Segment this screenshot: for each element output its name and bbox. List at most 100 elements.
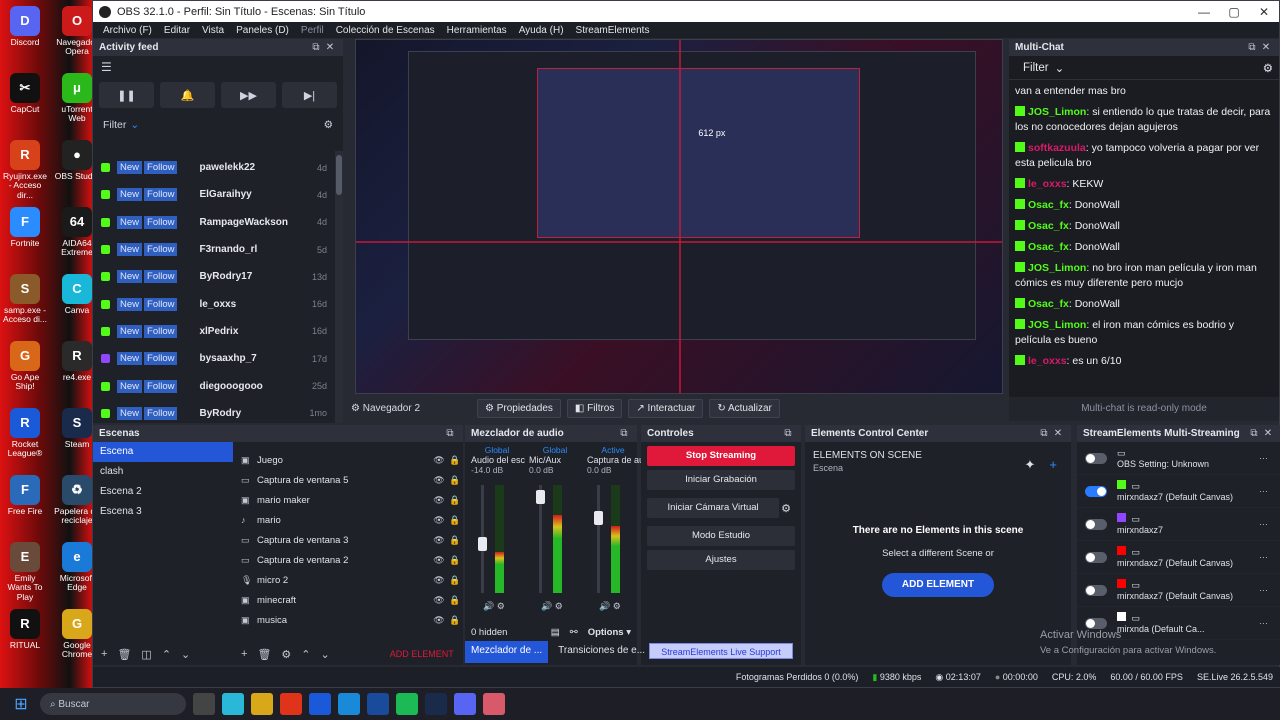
activity-item[interactable]: New Follow RampageWackson 4d (93, 209, 333, 236)
menu-item[interactable]: Colección de Escenas (330, 25, 441, 36)
virtual-camera-button[interactable]: Iniciar Cámara Virtual (647, 498, 780, 518)
spotify-icon[interactable] (396, 693, 418, 715)
task-view-icon[interactable] (193, 693, 215, 715)
eye-icon[interactable]: 👁 (431, 515, 447, 526)
edge-icon[interactable] (338, 693, 360, 715)
eye-icon[interactable]: 👁 (431, 615, 447, 626)
scene-item[interactable]: clash (93, 462, 233, 482)
lock-icon[interactable]: 🔒 (447, 475, 463, 486)
volume-fader[interactable] (597, 485, 600, 593)
chevron-down-icon[interactable]: ⌄ (181, 648, 190, 661)
source-item[interactable]: ▣ minecraft 👁 🔒 (233, 590, 463, 610)
stream-preview[interactable]: 612 px (355, 39, 1003, 394)
lock-icon[interactable]: 🔒 (447, 575, 463, 586)
discord-icon[interactable] (454, 693, 476, 715)
store-icon[interactable] (309, 693, 331, 715)
stream-toggle[interactable] (1085, 551, 1107, 563)
close-icon[interactable]: ✕ (1259, 42, 1273, 53)
refresh-button[interactable]: ↻ Actualizar (709, 398, 780, 418)
desktop-shortcut[interactable]: F Free Fire (2, 475, 48, 516)
windows-start-icon[interactable]: ⊞ (6, 689, 36, 719)
float-icon[interactable]: ⧉ (1037, 428, 1051, 439)
fader-knob[interactable] (594, 511, 603, 526)
close-icon[interactable]: ✕ (1261, 428, 1275, 439)
activity-item[interactable]: New Follow F3rnando_rl 5d (93, 236, 333, 263)
activity-item[interactable]: New Follow xlPedrix 16d (93, 318, 333, 345)
activity-item[interactable]: New Follow le_oxxs 16d (93, 290, 333, 317)
source-item[interactable]: ♪ mario 👁 🔒 (233, 510, 463, 530)
sparkle-icon[interactable]: ✦ (1025, 457, 1036, 473)
chevron-up-icon[interactable]: ⌃ (162, 648, 171, 661)
eye-icon[interactable]: 👁 (431, 575, 447, 586)
add-icon[interactable]: + (241, 648, 247, 660)
properties-button[interactable]: ⚙ Propiedades (477, 398, 561, 418)
eye-icon[interactable]: 👁 (431, 475, 447, 486)
gear-icon[interactable]: ⚙ (324, 119, 333, 131)
menu-item[interactable]: Archivo (F) (97, 25, 158, 36)
menu-item[interactable]: Perfil (295, 25, 330, 36)
skip-button[interactable]: ▶▶ (221, 82, 276, 108)
add-element-button[interactable]: ADD ELEMENT (882, 573, 994, 597)
studio-mode-button[interactable]: Modo Estudio (647, 526, 795, 546)
float-icon[interactable]: ⧉ (309, 42, 323, 53)
options-button[interactable]: Options ▾ (588, 627, 631, 638)
stop-streaming-button[interactable]: Stop Streaming (647, 446, 795, 466)
widgets-icon[interactable] (222, 693, 244, 715)
speaker-icon[interactable]: 🔊 ⚙ (541, 601, 563, 612)
app-icon[interactable] (367, 693, 389, 715)
layout-icon[interactable]: ▤ (551, 627, 560, 638)
chat-username[interactable]: Osac_fx (1028, 241, 1069, 253)
chat-username[interactable]: Osac_fx (1028, 298, 1069, 310)
speaker-icon[interactable]: 🔊 ⚙ (483, 601, 505, 612)
fader-knob[interactable] (478, 536, 487, 551)
lock-icon[interactable]: 🔒 (447, 495, 463, 506)
source-item[interactable]: ▣ Juego 👁 🔒 (233, 450, 463, 470)
menu-item[interactable]: Paneles (D) (230, 25, 295, 36)
link-icon[interactable]: ⚯ (570, 627, 578, 638)
activity-scrollbar[interactable] (335, 151, 343, 423)
eye-icon[interactable]: 👁 (431, 535, 447, 546)
interact-button[interactable]: ↗ Interactuar (628, 398, 704, 418)
hamburger-menu-icon[interactable]: ☰ (93, 56, 343, 78)
eye-icon[interactable]: 👁 (431, 495, 447, 506)
stream-toggle[interactable] (1085, 452, 1107, 464)
desktop-shortcut[interactable]: F Fortnite (2, 207, 48, 248)
skip-end-button[interactable]: ▶| (282, 82, 337, 108)
fader-knob[interactable] (536, 489, 545, 504)
menu-item[interactable]: Vista (196, 25, 230, 36)
lock-icon[interactable]: 🔒 (447, 515, 463, 526)
trash-icon[interactable]: 🗑 (117, 648, 131, 661)
desktop-shortcut[interactable]: ✂ CapCut (2, 73, 48, 114)
lock-icon[interactable]: 🔒 (447, 455, 463, 466)
float-icon[interactable]: ⧉ (443, 428, 457, 439)
desktop-shortcut[interactable]: R Rocket League® (2, 408, 48, 459)
source-item[interactable]: ▣ mario maker 👁 🔒 (233, 490, 463, 510)
activity-item[interactable]: New Follow diegooogooo 25d (93, 372, 333, 399)
activity-filter[interactable]: Filter ⌄ ⚙ (93, 112, 343, 138)
chat-username[interactable]: JOS_Limon (1028, 319, 1086, 331)
more-options-icon[interactable]: ⋯ (1259, 552, 1280, 563)
desktop-shortcut[interactable]: D Discord (2, 6, 48, 47)
close-button[interactable]: ✕ (1249, 5, 1279, 19)
source-item[interactable]: ▭ Captura de ventana 5 👁 🔒 (233, 470, 463, 490)
add-icon[interactable]: + (1049, 457, 1057, 473)
activity-item[interactable]: New Follow ElGaraihyy 4d (93, 181, 333, 208)
source-item[interactable]: 🎙 micro 2 👁 🔒 (233, 570, 463, 590)
chat-username[interactable]: Osac_fx (1028, 199, 1069, 211)
activity-item[interactable]: New Follow pawelekk22 4d (93, 154, 333, 181)
gear-icon[interactable]: ⚙ (781, 502, 791, 515)
desktop-shortcut[interactable]: G Go Ape Ship! (2, 341, 48, 392)
eye-icon[interactable]: 👁 (431, 555, 447, 566)
tab-transitions[interactable]: Transiciones de e... (552, 641, 651, 663)
pause-button[interactable]: ❚❚ (99, 82, 154, 108)
tab-mixer[interactable]: Mezclador de ... (465, 641, 549, 663)
eye-icon[interactable]: 👁 (431, 455, 447, 466)
more-options-icon[interactable]: ⋯ (1259, 519, 1280, 530)
eye-icon[interactable]: 👁 (431, 595, 447, 606)
gear-icon[interactable]: ⚙ (281, 648, 291, 661)
menu-item[interactable]: Editar (158, 25, 196, 36)
lock-icon[interactable]: 🔒 (447, 555, 463, 566)
desktop-shortcut[interactable]: E Emily Wants To Play (2, 542, 48, 602)
chat-username[interactable]: Osac_fx (1028, 220, 1069, 232)
desktop-shortcut[interactable]: R RITUAL (2, 609, 48, 650)
